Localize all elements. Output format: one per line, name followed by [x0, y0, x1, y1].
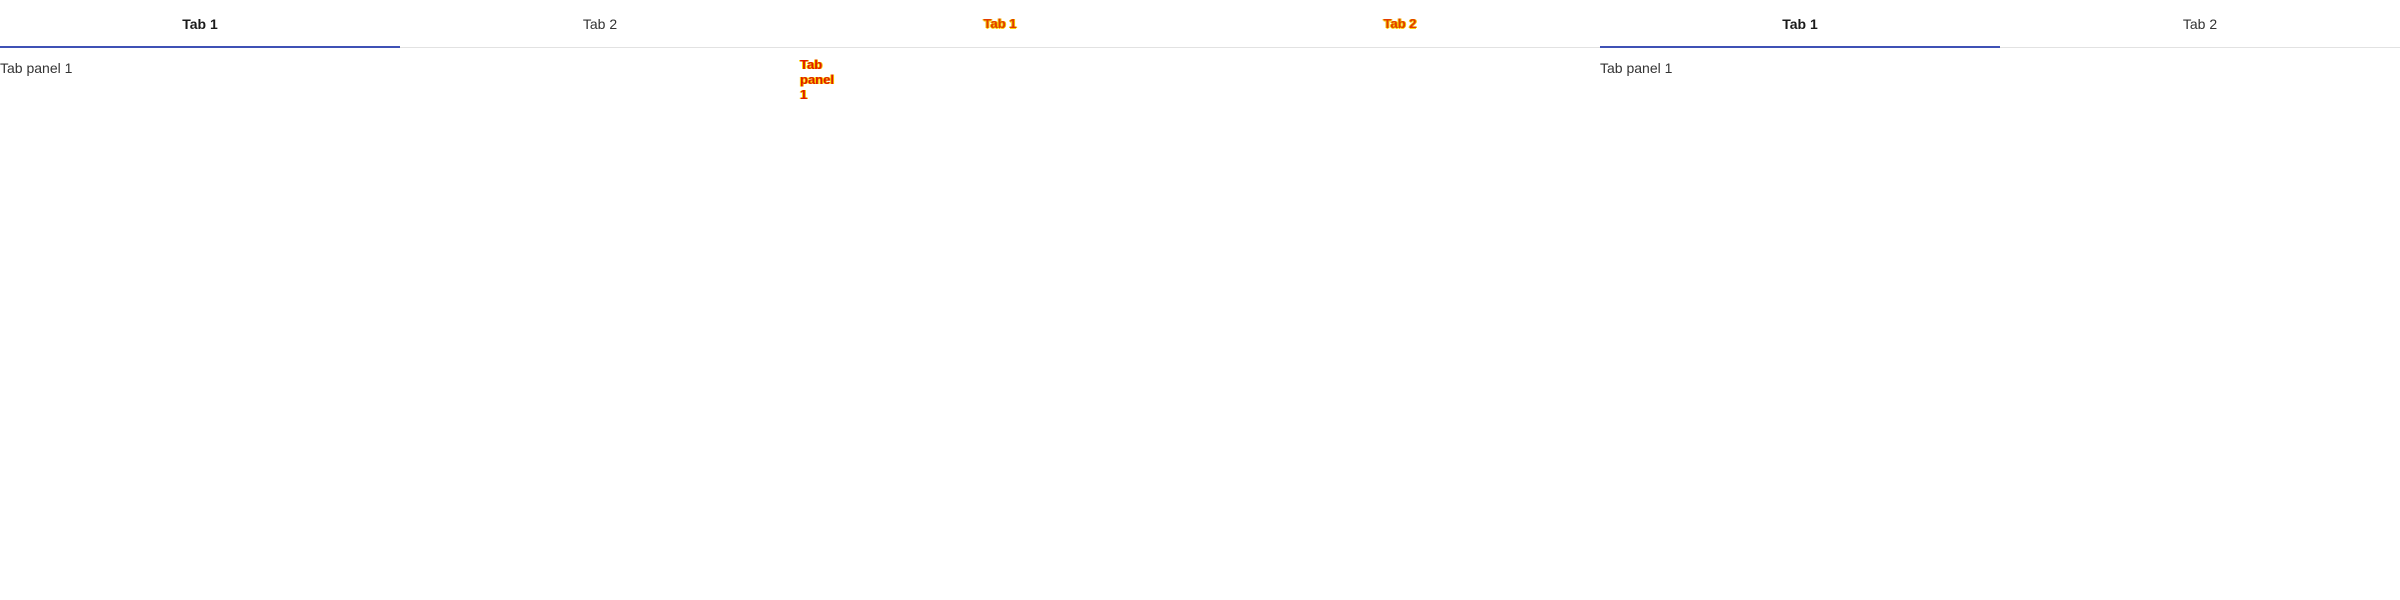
- tab-panel-text: Tab panel 1: [1600, 60, 1673, 76]
- tab-panel-text: Tab panel 1: [0, 60, 73, 76]
- tabset-middle: Tab 1 Tab 2: [800, 0, 1600, 600]
- tab-1-label: Tab 1: [1782, 15, 1818, 32]
- tab-list: Tab 1 Tab 2: [800, 0, 1600, 48]
- tab-2[interactable]: Tab 2: [1200, 0, 1600, 47]
- tab-1-label: Tab 1: [983, 16, 1017, 31]
- tab-2-label: Tab 2: [1383, 16, 1417, 31]
- tab-2[interactable]: Tab 2: [400, 0, 800, 47]
- tabset-left: Tab 1 Tab 2 Tab panel 1: [0, 0, 800, 600]
- tab-2[interactable]: Tab 2: [2000, 0, 2400, 47]
- tab-panel: Tab panel 1: [1600, 48, 2400, 78]
- tab-1-label: Tab 1: [182, 15, 218, 32]
- tab-1[interactable]: Tab 1: [1600, 0, 2000, 48]
- tab-panel-text: Tab panel 1: [800, 57, 834, 102]
- tab-1[interactable]: Tab 1: [800, 0, 1200, 47]
- tab-list: Tab 1 Tab 2: [1600, 0, 2400, 48]
- tab-2-label: Tab 2: [582, 15, 618, 32]
- tabset-right: Tab 1 Tab 2 Tab panel 1: [1600, 0, 2400, 600]
- page: Tab 1 Tab 2 Tab panel 1 Tab 1 Tab 2 Tab …: [0, 0, 2400, 600]
- tab-2-label: Tab 2: [2182, 15, 2218, 32]
- tab-1[interactable]: Tab 1: [0, 0, 400, 48]
- tab-list: Tab 1 Tab 2: [0, 0, 800, 48]
- tab-panel: Tab panel 1: [0, 48, 800, 78]
